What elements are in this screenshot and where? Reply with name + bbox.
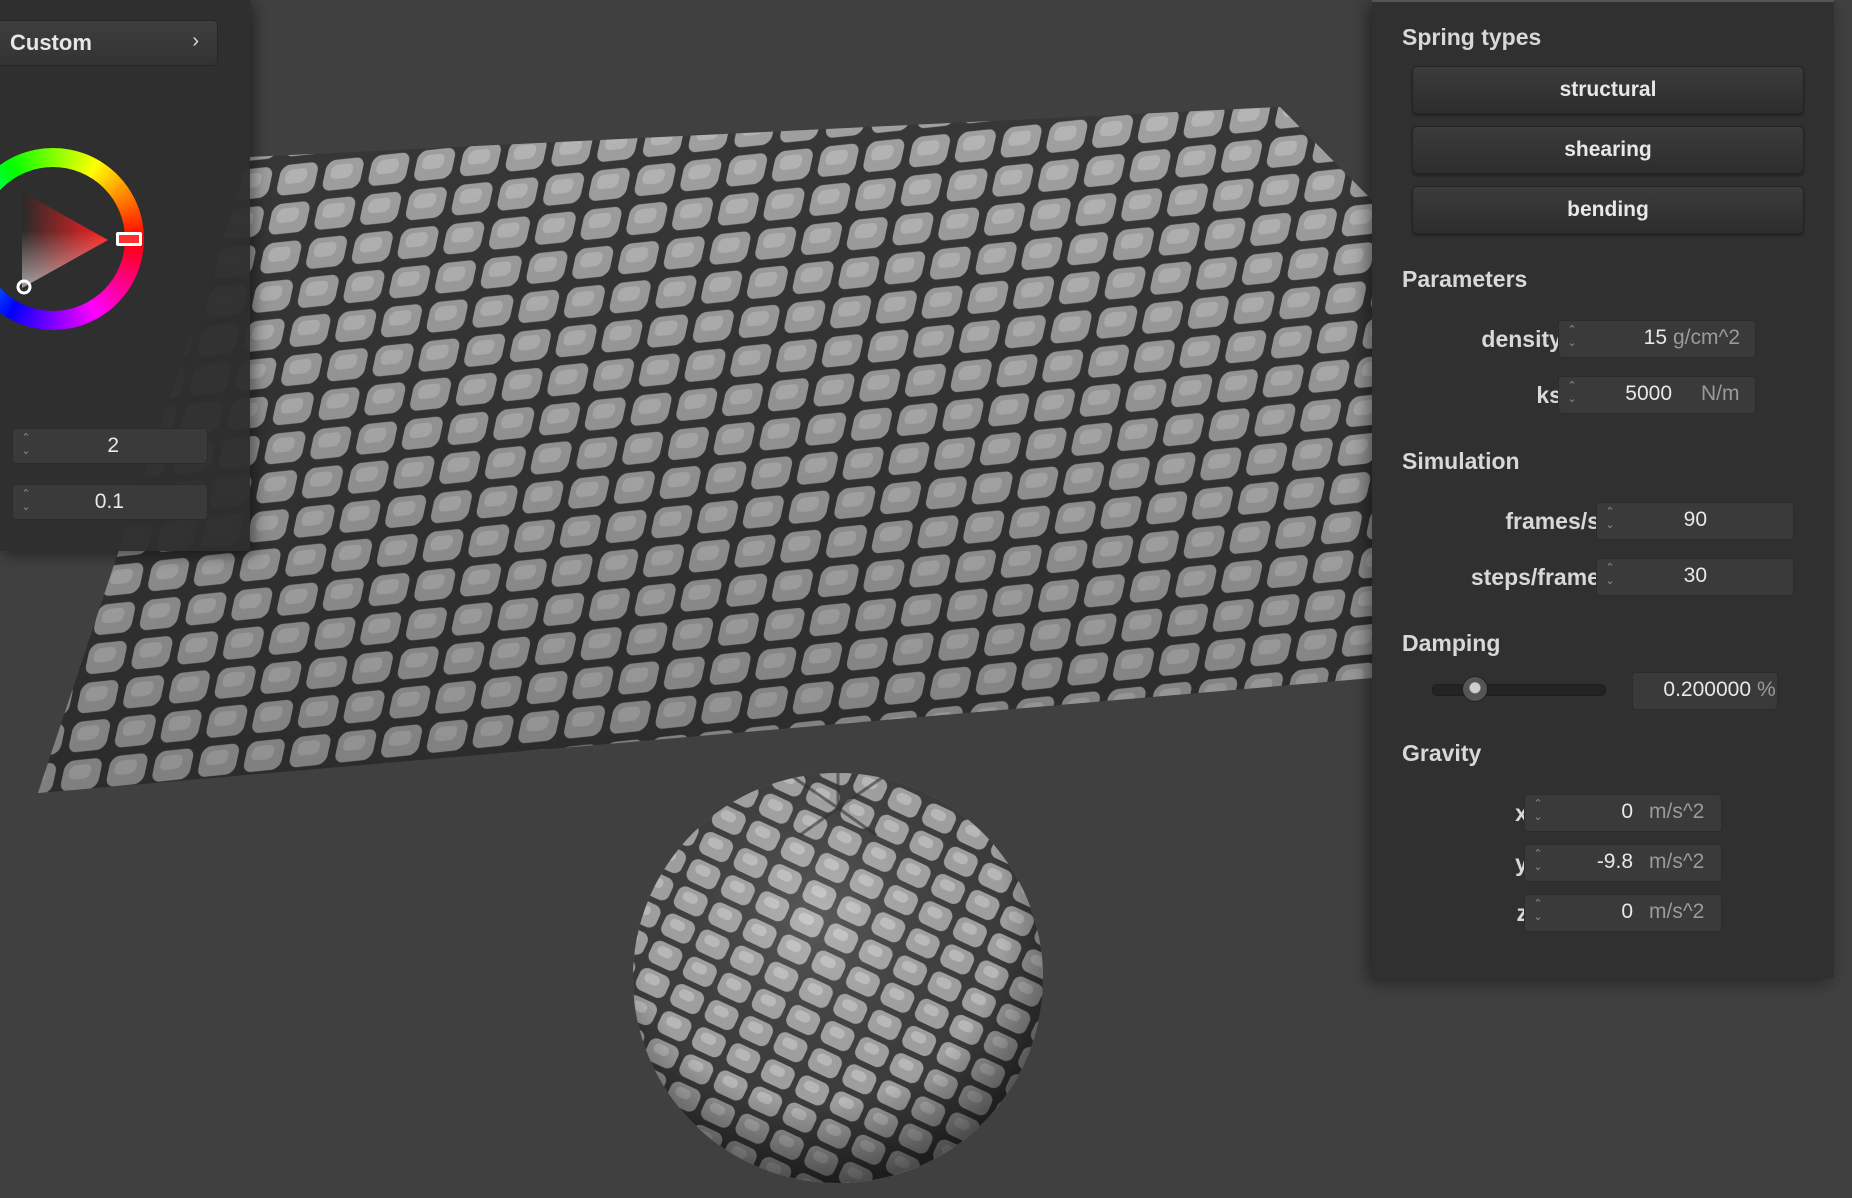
spinner-arrows-icon[interactable]: ⌃ ⌄ xyxy=(1603,506,1617,534)
damping-field[interactable]: 0.200000 % xyxy=(1632,672,1778,710)
ks-unit: N/m xyxy=(1701,382,1740,405)
bending-button[interactable]: bending xyxy=(1412,186,1804,234)
preset-dropdown-button[interactable]: Custom › xyxy=(0,20,218,66)
simulation-title: Simulation xyxy=(1402,448,1520,474)
gravity-y-value: -9.8 xyxy=(1596,850,1633,873)
fps-label: frames/s : xyxy=(1505,508,1614,534)
gravity-x-unit: m/s^2 xyxy=(1649,800,1705,823)
ks-field[interactable]: ⌃ ⌄ 5000 N/m xyxy=(1558,376,1756,414)
steps-field[interactable]: ⌃ ⌄ 30 xyxy=(1596,558,1794,596)
gravity-x-label: x : xyxy=(1515,800,1542,826)
damping-slider-handle[interactable] xyxy=(1462,676,1489,702)
gravity-y-unit: m/s^2 xyxy=(1649,850,1705,873)
spinner-field-2[interactable]: ⌃ ⌄ 0.1 xyxy=(12,484,208,520)
density-label: density : xyxy=(1481,326,1576,352)
damping-title: Damping xyxy=(1402,630,1501,656)
spring-types-title: Spring types xyxy=(1402,24,1542,50)
parameters-title: Parameters xyxy=(1402,266,1528,292)
sphere xyxy=(633,773,1043,1183)
density-unit: g/cm^2 xyxy=(1673,326,1741,349)
steps-value: 30 xyxy=(1683,564,1707,587)
spinner-arrows-icon[interactable]: ⌃ ⌄ xyxy=(1565,380,1579,408)
ks-label: ks : xyxy=(1536,382,1576,408)
spinner-arrows-icon[interactable]: ⌃ ⌄ xyxy=(19,488,33,516)
spinner-arrows-icon[interactable]: ⌃ ⌄ xyxy=(1603,562,1617,590)
spinner-arrows-icon[interactable]: ⌃ ⌄ xyxy=(1565,324,1579,352)
gravity-z-field[interactable]: ⌃ ⌄ 0 m/s^2 xyxy=(1524,894,1722,932)
preset-label: Custom xyxy=(10,30,92,55)
fps-field[interactable]: ⌃ ⌄ 90 xyxy=(1596,502,1794,540)
hue-handle[interactable] xyxy=(116,232,142,246)
gravity-title: Gravity xyxy=(1402,740,1482,766)
spinner-field-1[interactable]: ⌃ ⌄ 2 xyxy=(12,428,208,464)
spinner-arrows-icon[interactable]: ⌃ ⌄ xyxy=(19,432,33,460)
ks-value: 5000 xyxy=(1625,382,1672,405)
color-wheel[interactable] xyxy=(0,148,144,330)
damping-slider[interactable] xyxy=(1432,676,1606,702)
gravity-x-value: 0 xyxy=(1621,800,1633,823)
left-panel: Custom › ⌃ ⌄ 2 ⌃ ⌄ 0.1 xyxy=(0,0,250,551)
spinner-2-value: 0.1 xyxy=(94,490,124,513)
gravity-z-unit: m/s^2 xyxy=(1649,900,1705,923)
gravity-z-value: 0 xyxy=(1621,900,1633,923)
gravity-y-field[interactable]: ⌃ ⌄ -9.8 m/s^2 xyxy=(1524,844,1722,882)
fps-value: 90 xyxy=(1683,508,1707,531)
spinner-arrows-icon[interactable]: ⌃ ⌄ xyxy=(1531,848,1545,876)
shearing-button[interactable]: shearing xyxy=(1412,126,1804,174)
spinner-arrows-icon[interactable]: ⌃ ⌄ xyxy=(1531,898,1545,926)
gravity-z-label: z : xyxy=(1516,900,1542,926)
right-panel: Spring types structural shearing bending… xyxy=(1372,0,1834,978)
spinner-arrows-icon[interactable]: ⌃ ⌄ xyxy=(1531,798,1545,826)
steps-label: steps/frame : xyxy=(1470,564,1614,590)
chevron-right-icon: › xyxy=(192,30,199,52)
density-value: 15 xyxy=(1643,326,1667,349)
gravity-y-label: y : xyxy=(1515,850,1542,876)
damping-value: 0.200000 xyxy=(1663,678,1751,701)
damping-unit: % xyxy=(1757,678,1776,701)
gravity-x-field[interactable]: ⌃ ⌄ 0 m/s^2 xyxy=(1524,794,1722,832)
density-field[interactable]: ⌃ ⌄ 15 g/cm^2 xyxy=(1558,320,1756,358)
spinner-1-value: 2 xyxy=(107,434,119,457)
structural-button[interactable]: structural xyxy=(1412,66,1804,114)
